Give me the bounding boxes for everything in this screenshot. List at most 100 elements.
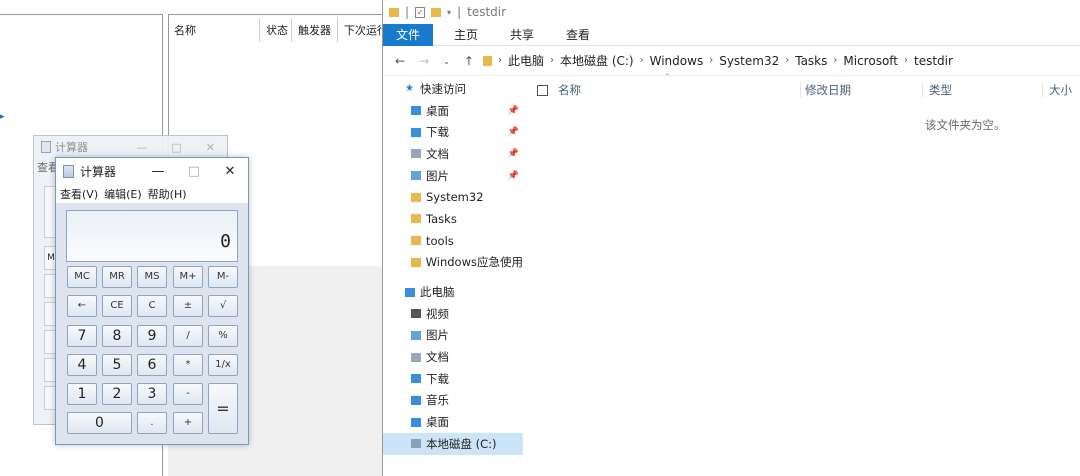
tab-view[interactable]: 查看 (555, 24, 601, 46)
nav-item[interactable]: 下载 📌 (383, 121, 523, 143)
digit-0-button[interactable]: 0 (67, 412, 132, 434)
m-minus-button[interactable]: M- (208, 266, 238, 288)
ms-button[interactable]: MS (137, 266, 167, 288)
breadcrumb-chevron-icon[interactable]: › (709, 55, 713, 66)
digit-2-button[interactable]: 2 (102, 383, 132, 405)
col-status[interactable]: 状态 (260, 18, 292, 42)
breadcrumb-chevron-icon[interactable]: › (498, 55, 502, 66)
menu-view[interactable]: 查看(V) (60, 186, 98, 202)
nav-item[interactable]: 文档 (383, 346, 523, 368)
breadcrumb-chevron-icon[interactable]: › (640, 55, 644, 66)
percent-button[interactable]: % (208, 325, 238, 347)
menu-help[interactable]: 帮助(H) (148, 186, 187, 202)
breadcrumb-item[interactable]: testdir (914, 54, 953, 68)
digit-7-button[interactable]: 7 (67, 325, 97, 347)
reciprocal-button[interactable]: 1/x (208, 354, 238, 376)
nav-item[interactable]: 音乐 (383, 390, 523, 412)
maximize-icon[interactable]: □ (171, 141, 181, 154)
decimal-button[interactable]: . (137, 412, 167, 434)
nav-item[interactable]: 图片 📌 (383, 165, 523, 187)
col-next-run[interactable]: 下次运行 (338, 18, 382, 42)
ce-button[interactable]: CE (102, 295, 132, 317)
nav-item[interactable]: 下载 (383, 368, 523, 390)
mc-button[interactable]: MC (67, 266, 97, 288)
window-title: testdir (467, 5, 507, 19)
nav-item[interactable]: Windows应急使用 (383, 252, 523, 274)
nav-item[interactable]: 文档 📌 (383, 143, 523, 165)
clear-button[interactable]: C (137, 295, 167, 317)
nav-item[interactable]: 桌面 📌 (383, 100, 523, 122)
separator: | (405, 5, 410, 19)
calculator-icon (41, 141, 51, 153)
select-all-checkbox[interactable] (537, 84, 548, 96)
nav-item-label: Tasks (426, 211, 457, 226)
recent-chevron-icon[interactable]: ⌄ (443, 54, 450, 68)
nav-item[interactable]: 此电脑 (383, 281, 523, 303)
subtract-button[interactable]: - (173, 383, 203, 405)
nav-item[interactable]: System32 (383, 186, 523, 208)
nav-item[interactable]: ★ 快速访问 (383, 78, 523, 100)
breadcrumb-item[interactable]: Microsoft (843, 54, 898, 68)
tab-home[interactable]: 主页 (443, 24, 489, 46)
col-name[interactable]: 名称 (558, 82, 668, 98)
digit-5-button[interactable]: 5 (102, 354, 132, 376)
nav-item[interactable]: 本地磁盘 (C:) (383, 433, 523, 455)
breadcrumb[interactable]: › 此电脑 › 本地磁盘 (C:) › Windows › System32 › Tasks › Mi… (483, 52, 953, 69)
col-type[interactable]: 类型 (922, 82, 1042, 98)
maximize-button[interactable]: □ (176, 164, 212, 179)
digit-3-button[interactable]: 3 (137, 383, 167, 405)
breadcrumb-item[interactable]: Tasks (795, 54, 827, 68)
nav-item[interactable]: tools (383, 230, 523, 252)
mr-button[interactable]: MR (102, 266, 132, 288)
m-plus-button[interactable]: M+ (173, 266, 203, 288)
sqrt-button[interactable]: √ (208, 295, 238, 317)
col-size[interactable]: 大小 (1042, 82, 1072, 98)
close-button[interactable]: ✕ (212, 164, 248, 179)
calculator-window: 计算器 — □ ✕ 查看(V) 编辑(E) 帮助(H) 0 MC MR MS M+ M-… (55, 157, 249, 445)
documents-folder-icon (411, 352, 421, 362)
col-modified[interactable]: 修改日期 (800, 82, 922, 98)
divide-button[interactable]: / (173, 325, 203, 347)
col-trigger[interactable]: 触发器 (292, 18, 338, 42)
breadcrumb-chevron-icon[interactable]: › (785, 55, 789, 66)
breadcrumb-chevron-icon[interactable]: › (833, 55, 837, 66)
chevron-down-icon[interactable]: ▾ (447, 8, 451, 17)
close-icon[interactable]: ✕ (206, 141, 215, 154)
nav-item[interactable]: 图片 (383, 325, 523, 347)
breadcrumb-chevron-icon[interactable]: › (550, 55, 554, 66)
breadcrumb-chevron-icon[interactable]: › (904, 55, 908, 66)
minimize-icon[interactable]: — (136, 141, 147, 154)
digit-8-button[interactable]: 8 (102, 325, 132, 347)
nav-item-label: 文档 (426, 146, 449, 161)
digit-6-button[interactable]: 6 (137, 354, 167, 376)
menu-edit[interactable]: 编辑(E) (104, 186, 142, 202)
breadcrumb-item[interactable]: System32 (719, 54, 779, 68)
digit-4-button[interactable]: 4 (67, 354, 97, 376)
breadcrumb-item[interactable]: 此电脑 (508, 52, 544, 69)
folder-icon (411, 236, 421, 246)
navigation-pane: ★ 快速访问 桌面 📌 下载 📌 文档 📌 图片 📌 System32 Tasks tools Windo… (383, 78, 523, 476)
digit-1-button[interactable]: 1 (67, 383, 97, 405)
backspace-button[interactable]: ← (67, 295, 97, 317)
up-icon[interactable]: ↑ (464, 54, 474, 68)
properties-icon[interactable]: ✓ (415, 6, 426, 18)
file-list-header: 名称 ⌃ 修改日期 类型 大小 (523, 72, 1080, 102)
minimize-button[interactable]: — (140, 164, 176, 179)
breadcrumb-item[interactable]: 本地磁盘 (C:) (560, 52, 634, 69)
col-name[interactable]: 名称 (168, 18, 260, 42)
multiply-button[interactable]: * (173, 354, 203, 376)
back-icon[interactable]: ← (395, 54, 405, 68)
nav-item[interactable]: Tasks (383, 208, 523, 230)
digit-9-button[interactable]: 9 (137, 325, 167, 347)
nav-item[interactable]: 桌面 (383, 411, 523, 433)
negate-button[interactable]: ± (173, 295, 203, 317)
add-button[interactable]: + (173, 412, 203, 434)
breadcrumb-item[interactable]: Windows (650, 54, 704, 68)
new-folder-icon[interactable] (431, 7, 442, 17)
tab-file[interactable]: 文件 (383, 23, 434, 46)
equals-button[interactable]: = (208, 383, 238, 434)
nav-item[interactable]: 视频 (383, 303, 523, 325)
tab-share[interactable]: 共享 (499, 24, 545, 46)
forward-icon[interactable]: → (419, 54, 429, 68)
title-bar[interactable]: 计算器 — □ ✕ (56, 158, 248, 185)
